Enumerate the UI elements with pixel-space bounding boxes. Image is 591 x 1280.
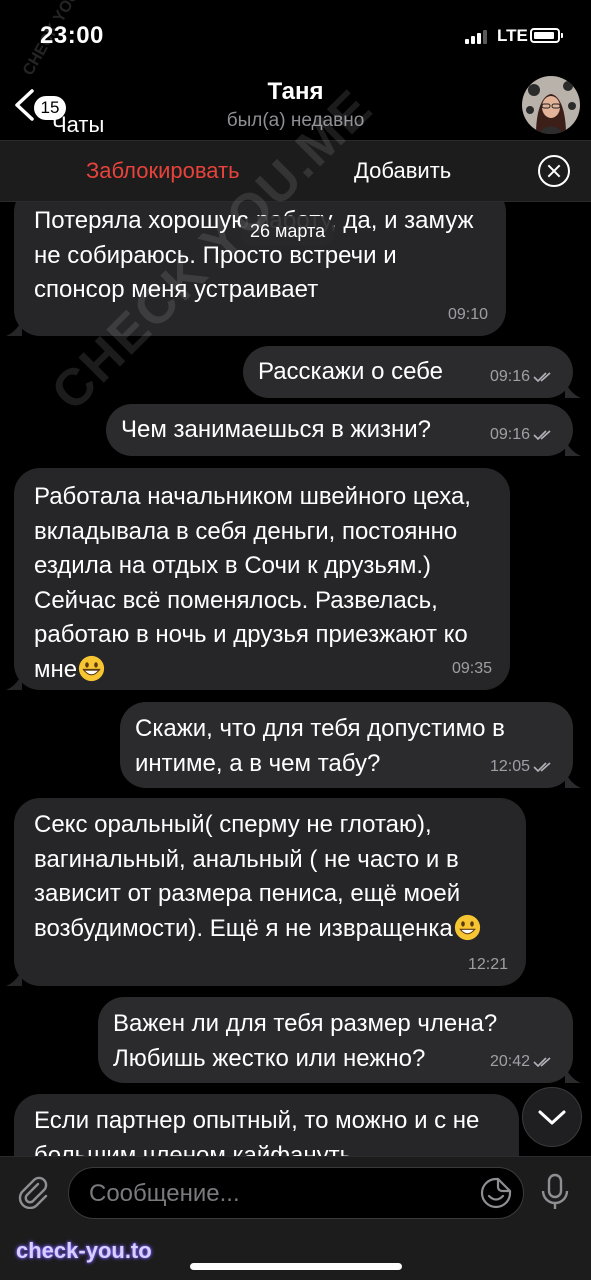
message-text: Работала начальником швейного цеха, вкла… <box>34 483 471 683</box>
bubble-tail <box>565 382 581 398</box>
bubble-tail <box>6 320 22 336</box>
network-label: LTE <box>497 26 528 45</box>
message-outgoing[interactable]: Скажи, что для тебя допустимо в интиме, … <box>120 702 581 788</box>
message-incoming[interactable]: Если партнер опытный, то можно и с не бо… <box>14 1094 519 1156</box>
block-button[interactable]: Заблокировать <box>86 158 240 184</box>
close-icon[interactable] <box>538 155 570 187</box>
add-contact-button[interactable]: Добавить <box>354 158 451 184</box>
microphone-icon[interactable] <box>540 1173 570 1211</box>
status-bar: 23:00 LTE <box>0 0 591 60</box>
bubble-tail <box>565 1067 581 1083</box>
double-check-icon <box>533 1057 551 1067</box>
message-time: 12:05 <box>490 758 555 776</box>
smiling-face-icon <box>454 914 480 940</box>
avatar[interactable] <box>522 76 580 134</box>
sticker-icon[interactable] <box>479 1176 513 1210</box>
double-check-icon <box>533 372 551 382</box>
message-outgoing[interactable]: Важен ли для тебя размер члена? Любишь ж… <box>98 997 581 1083</box>
double-check-icon <box>533 430 551 440</box>
last-seen-status: был(а) недавно <box>226 110 365 131</box>
profile-photo-icon <box>522 76 580 134</box>
message-incoming[interactable]: Работала начальником швейного цеха, вкла… <box>6 468 510 690</box>
message-outgoing[interactable]: Чем занимаешься в жизни? 09:16 <box>106 404 581 456</box>
message-text: Важен ли для тебя размер члена? Любишь ж… <box>113 1010 498 1072</box>
signal-icon <box>465 30 493 44</box>
paperclip-icon[interactable] <box>16 1175 50 1209</box>
scroll-to-bottom-button[interactable] <box>522 1087 582 1147</box>
message-text: Если партнер опытный, то можно и с не бо… <box>34 1107 480 1156</box>
bubble-tail <box>565 772 581 788</box>
watermark-bottom: check-you.to <box>16 1238 152 1263</box>
home-indicator[interactable] <box>190 1263 402 1270</box>
message-time: 09:35 <box>451 660 492 677</box>
message-text: Секс оральный( сперму не глотаю), вагина… <box>34 808 508 946</box>
message-time: 09:10 <box>447 306 488 323</box>
battery-icon <box>530 28 563 43</box>
message-time: 09:16 <box>490 426 555 444</box>
chevron-down-icon <box>538 1110 566 1125</box>
date-separator: 26 марта <box>240 216 336 246</box>
message-list[interactable]: 26 марта Потеряла хорошую работу, да, и … <box>0 202 591 1156</box>
message-time: 20:42 <box>490 1053 555 1071</box>
message-input[interactable] <box>87 1168 471 1220</box>
bubble-tail <box>6 970 22 986</box>
message-field[interactable] <box>68 1167 524 1220</box>
contact-action-bar: Заблокировать Добавить <box>0 140 591 202</box>
double-check-icon <box>533 762 551 772</box>
message-incoming[interactable]: Секс оральный( сперму не глотаю), вагина… <box>6 798 526 986</box>
bubble-tail <box>6 674 22 690</box>
message-time: 12:21 <box>467 956 508 973</box>
chat-header: Чаты 15 Таня был(а) недавно <box>0 60 591 140</box>
message-time: 09:16 <box>490 368 555 386</box>
grinning-face-icon <box>79 655 105 681</box>
chat-title[interactable]: Таня <box>0 78 591 106</box>
bubble-tail <box>565 440 581 456</box>
message-outgoing[interactable]: Расскажи о себе 09:16 <box>243 346 581 398</box>
